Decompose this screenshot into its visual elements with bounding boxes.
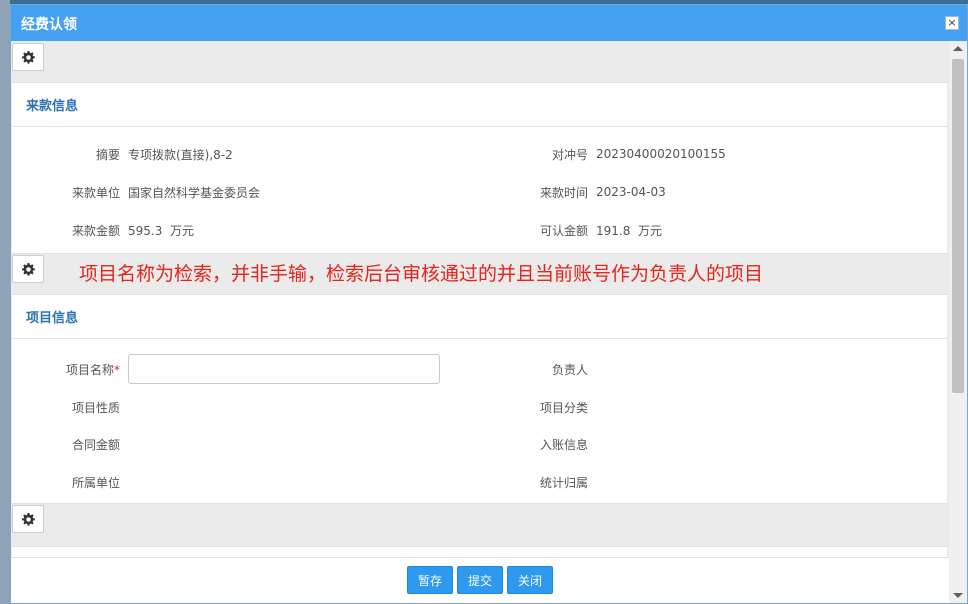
gear-icon [21, 262, 35, 276]
contract-amount-label: 合同金额 [71, 437, 120, 452]
toolbar-settings-button-3[interactable] [12, 505, 44, 533]
project-info-panel: 项目信息 项目名称* 负责人 项目性质 项目分类 合同金额 入账信息 所属单位 … [12, 294, 947, 504]
scroll-down-icon[interactable] [953, 593, 963, 598]
close-icon[interactable]: × [945, 16, 959, 30]
gear-icon [21, 512, 35, 526]
statistics-row: 统计归属 [516, 472, 596, 492]
reconcile-no-row: 对冲号 20230400020100155 [516, 144, 726, 164]
toolbar-settings-button-2[interactable] [12, 255, 44, 283]
dialog-titlebar: 经费认领 × [11, 5, 967, 41]
reconcile-no-label: 对冲号 [551, 147, 588, 162]
income-info-header: 来款信息 [12, 83, 947, 127]
project-category-row: 项目分类 [516, 397, 596, 417]
gear-icon [21, 50, 35, 64]
scroll-up-icon[interactable] [953, 46, 963, 51]
payer-value: 国家自然科学基金委员会 [128, 185, 261, 200]
dialog-content: 来款信息 摘要 专项拨款(直接),8-2 对冲号 202304000201001… [11, 41, 949, 557]
income-info-panel: 来款信息 摘要 专项拨款(直接),8-2 对冲号 202304000201001… [12, 82, 947, 254]
scrollbar-thumb[interactable] [952, 59, 964, 393]
toolbar-settings-button-1[interactable] [12, 43, 44, 71]
amount-label: 来款金额 [71, 223, 120, 238]
amount-row: 来款金额 595.3 万元 [48, 220, 194, 240]
next-panel [12, 546, 947, 557]
submit-button[interactable]: 提交 [457, 566, 503, 594]
project-nature-row: 项目性质 [48, 397, 128, 417]
dialog-title: 经费认领 [21, 17, 77, 33]
account-info-label: 入账信息 [539, 437, 588, 452]
summary-label: 摘要 [95, 147, 120, 162]
income-info-title: 来款信息 [26, 99, 79, 114]
project-category-label: 项目分类 [539, 400, 588, 415]
claim-funds-dialog: 经费认领 × 来款信息 摘要 专项拨款(直接),8-2 对冲号 20230400… [10, 4, 968, 604]
reconcile-no-value: 20230400020100155 [596, 147, 726, 161]
summary-row: 摘要 专项拨款(直接),8-2 [48, 144, 233, 164]
claimable-label: 可认金额 [539, 223, 588, 238]
account-info-row: 入账信息 [516, 434, 596, 454]
summary-value: 专项拨款(直接),8-2 [128, 147, 233, 162]
pay-time-row: 来款时间 2023-04-03 [516, 182, 666, 202]
claimable-row: 可认金额 191.8 万元 [516, 220, 662, 240]
project-info-header: 项目信息 [12, 295, 947, 339]
project-info-title: 项目信息 [26, 311, 79, 326]
annotation-note: 项目名称为检索，并非手输，检索后台审核通过的并且当前账号作为负责人的项目 [79, 263, 764, 285]
pay-time-value: 2023-04-03 [596, 185, 666, 199]
statistics-label: 统计归属 [539, 475, 588, 490]
project-name-input[interactable] [128, 354, 440, 384]
payer-label: 来款单位 [71, 185, 120, 200]
project-name-label: 项目名称* [65, 362, 120, 377]
leader-row: 负责人 [516, 359, 596, 379]
dialog-footer: 暂存 提交 关闭 [11, 557, 949, 603]
leader-label: 负责人 [551, 362, 588, 377]
department-label: 所属单位 [71, 475, 120, 490]
pay-time-label: 来款时间 [539, 185, 588, 200]
project-name-row: 项目名称* [48, 354, 440, 384]
vertical-scrollbar[interactable] [950, 41, 967, 603]
claimable-value: 191.8 万元 [596, 223, 662, 238]
save-draft-button[interactable]: 暂存 [407, 566, 453, 594]
payer-row: 来款单位 国家自然科学基金委员会 [48, 182, 260, 202]
project-nature-label: 项目性质 [71, 400, 120, 415]
contract-amount-row: 合同金额 [48, 434, 128, 454]
required-mark: * [114, 362, 120, 377]
close-button[interactable]: 关闭 [507, 566, 553, 594]
amount-value: 595.3 万元 [128, 223, 194, 238]
background-page [0, 0, 10, 604]
department-row: 所属单位 [48, 472, 128, 492]
